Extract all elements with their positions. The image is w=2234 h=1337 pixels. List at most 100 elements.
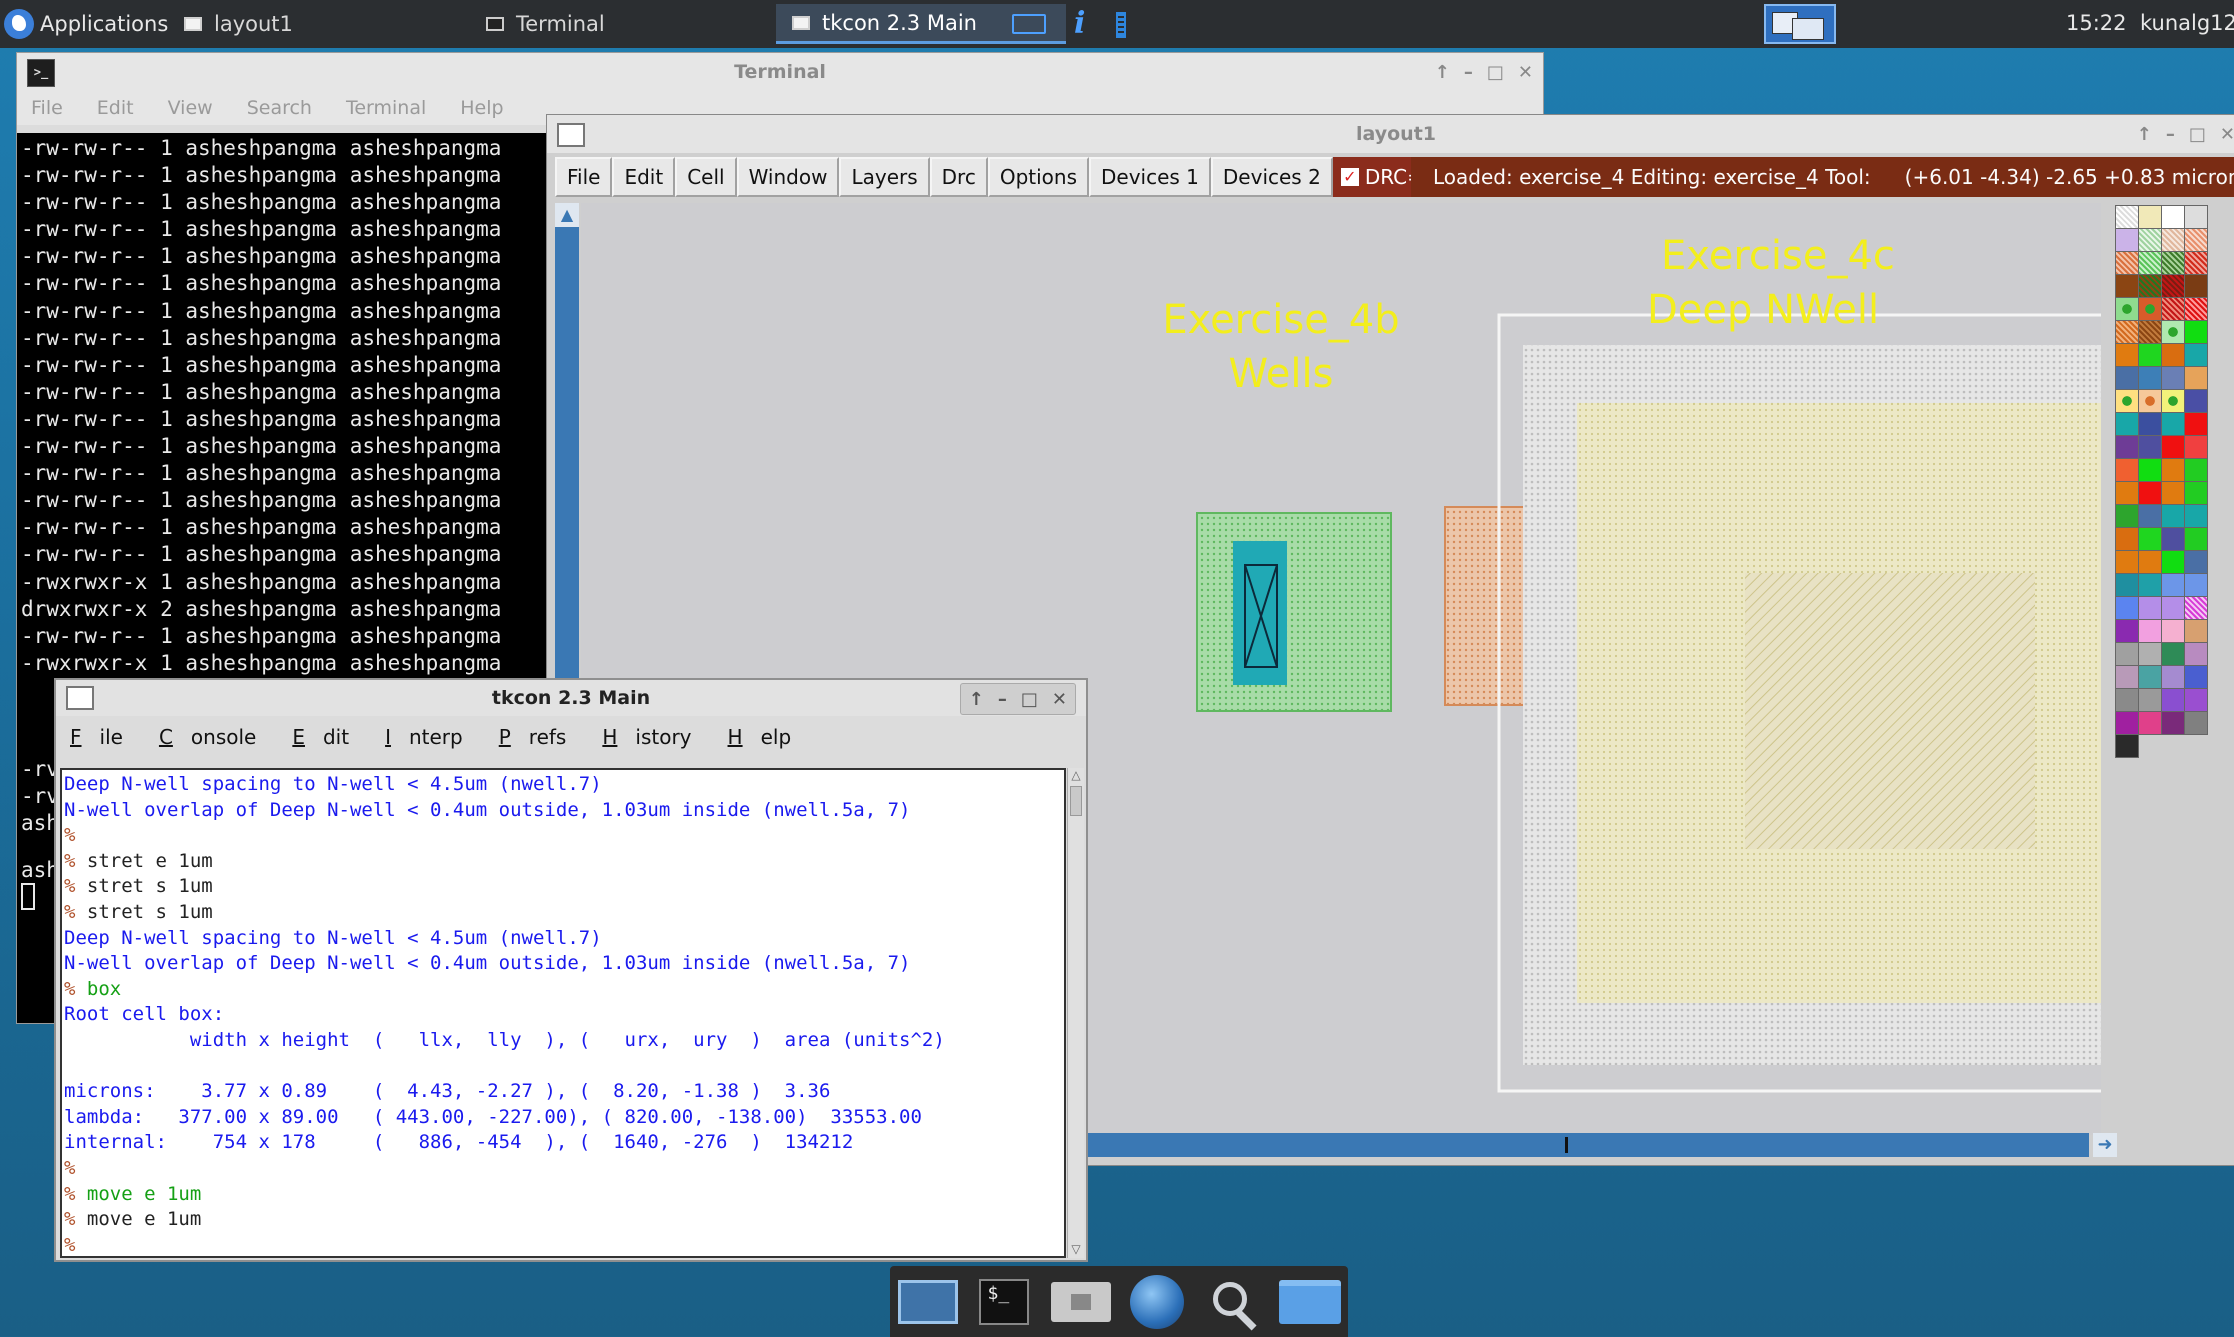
layer-swatch[interactable] bbox=[2161, 642, 2185, 666]
layer-swatch[interactable] bbox=[2161, 596, 2185, 620]
layer-swatch[interactable] bbox=[2115, 550, 2139, 574]
layer-swatch[interactable] bbox=[2138, 251, 2162, 275]
scroll-up-icon[interactable]: △ bbox=[1068, 768, 1084, 784]
keep-above-icon[interactable]: ↑ bbox=[969, 689, 984, 710]
layer-swatch[interactable] bbox=[2161, 205, 2185, 229]
menu-devices-2[interactable]: Devices 2 bbox=[1210, 157, 1333, 197]
layer-swatch[interactable] bbox=[2184, 504, 2208, 528]
layer-swatch[interactable] bbox=[2184, 366, 2208, 390]
layer-swatch[interactable] bbox=[2138, 205, 2162, 229]
layer-swatch[interactable] bbox=[2184, 458, 2208, 482]
menu-file[interactable]: File bbox=[31, 97, 63, 119]
layer-swatch[interactable] bbox=[2115, 435, 2139, 459]
menu-file[interactable]: File bbox=[555, 157, 613, 197]
layer-swatch[interactable] bbox=[2115, 711, 2139, 735]
menu-interp[interactable]: Interp bbox=[385, 725, 481, 749]
menu-file[interactable]: File bbox=[70, 725, 141, 749]
keep-above-icon[interactable]: ↑ bbox=[2137, 124, 2152, 145]
keyboard-layout-icon[interactable] bbox=[1012, 14, 1046, 34]
layer-swatch[interactable] bbox=[2184, 435, 2208, 459]
minimize-icon[interactable]: – bbox=[998, 689, 1007, 710]
layer-swatch[interactable] bbox=[2161, 711, 2185, 735]
layer-swatch[interactable] bbox=[2115, 251, 2139, 275]
layout1-titlebar[interactable]: layout1 ↑ – □ ✕ bbox=[547, 115, 2234, 153]
layer-swatch[interactable] bbox=[2115, 481, 2139, 505]
close-icon[interactable]: ✕ bbox=[1052, 689, 1067, 710]
layer-swatch[interactable] bbox=[2184, 596, 2208, 620]
layer-swatch[interactable] bbox=[2115, 619, 2139, 643]
show-desktop-icon[interactable] bbox=[897, 1276, 959, 1328]
layer-swatch[interactable] bbox=[2138, 688, 2162, 712]
layer-swatch[interactable] bbox=[2161, 343, 2185, 367]
layer-swatch[interactable] bbox=[2138, 389, 2162, 413]
layer-swatch[interactable] bbox=[2115, 389, 2139, 413]
layer-swatch[interactable] bbox=[2115, 596, 2139, 620]
menu-console[interactable]: Console bbox=[159, 725, 274, 749]
layer-swatch[interactable] bbox=[2138, 274, 2162, 298]
layer-swatch[interactable] bbox=[2138, 550, 2162, 574]
menu-cell[interactable]: Cell bbox=[675, 157, 737, 197]
layer-swatch[interactable] bbox=[2184, 711, 2208, 735]
layer-swatch[interactable] bbox=[2115, 274, 2139, 298]
task-terminal[interactable]: Terminal bbox=[470, 4, 621, 44]
layer-swatch[interactable] bbox=[2138, 527, 2162, 551]
layer-swatch[interactable] bbox=[2184, 550, 2208, 574]
layer-palette[interactable] bbox=[2111, 203, 2234, 1143]
layer-swatch[interactable] bbox=[2138, 619, 2162, 643]
home-folder-icon[interactable] bbox=[1050, 1276, 1112, 1328]
maximize-icon[interactable]: □ bbox=[1021, 689, 1038, 710]
minimize-icon[interactable]: – bbox=[1464, 62, 1473, 83]
layer-swatch[interactable] bbox=[2138, 297, 2162, 321]
layer-swatch[interactable] bbox=[2138, 596, 2162, 620]
layer-swatch[interactable] bbox=[2184, 343, 2208, 367]
layer-swatch[interactable] bbox=[2115, 642, 2139, 666]
web-browser-icon[interactable] bbox=[1126, 1274, 1188, 1329]
scroll-thumb[interactable] bbox=[1070, 786, 1082, 816]
menu-devices-1[interactable]: Devices 1 bbox=[1089, 157, 1211, 197]
layer-swatch[interactable] bbox=[2184, 228, 2208, 252]
scroll-down-icon[interactable]: ▽ bbox=[1068, 1242, 1084, 1258]
layer-swatch[interactable] bbox=[2138, 366, 2162, 390]
layer-swatch[interactable] bbox=[2161, 320, 2185, 344]
layer-swatch[interactable] bbox=[2138, 228, 2162, 252]
layer-swatch[interactable] bbox=[2184, 205, 2208, 229]
console-scrollbar[interactable]: △ ▽ bbox=[1067, 768, 1084, 1258]
layer-swatch[interactable] bbox=[2184, 619, 2208, 643]
layer-swatch[interactable] bbox=[2161, 504, 2185, 528]
user-menu[interactable]: kunalg12 bbox=[2140, 11, 2234, 35]
layer-swatch[interactable] bbox=[2184, 642, 2208, 666]
maximize-icon[interactable]: □ bbox=[2189, 124, 2206, 145]
layer-swatch[interactable] bbox=[2115, 527, 2139, 551]
console-output[interactable]: Deep N-well spacing to N-well < 4.5um (n… bbox=[60, 768, 1066, 1258]
folder-icon[interactable] bbox=[1278, 1276, 1341, 1328]
scroll-thumb[interactable] bbox=[1565, 1137, 1568, 1153]
menu-view[interactable]: View bbox=[168, 97, 213, 119]
layer-swatch[interactable] bbox=[2115, 688, 2139, 712]
close-icon[interactable]: ✕ bbox=[1518, 62, 1533, 83]
menu-help[interactable]: Help bbox=[728, 725, 810, 749]
minimize-icon[interactable]: – bbox=[2166, 124, 2175, 145]
layer-swatch[interactable] bbox=[2115, 366, 2139, 390]
layer-swatch[interactable] bbox=[2161, 573, 2185, 597]
layer-swatch[interactable] bbox=[2115, 734, 2139, 758]
layer-swatch[interactable] bbox=[2161, 251, 2185, 275]
layer-swatch[interactable] bbox=[2184, 297, 2208, 321]
layer-swatch[interactable] bbox=[2138, 343, 2162, 367]
layer-swatch[interactable] bbox=[2115, 228, 2139, 252]
menu-history[interactable]: History bbox=[602, 725, 709, 749]
layer-swatch[interactable] bbox=[2161, 550, 2185, 574]
layer-swatch[interactable] bbox=[2138, 665, 2162, 689]
layer-swatch[interactable] bbox=[2184, 320, 2208, 344]
menu-drc[interactable]: Drc bbox=[929, 157, 988, 197]
layer-swatch[interactable] bbox=[2115, 412, 2139, 436]
layer-swatch[interactable] bbox=[2184, 665, 2208, 689]
menu-window[interactable]: Window bbox=[736, 157, 840, 197]
layer-swatch[interactable] bbox=[2161, 527, 2185, 551]
layer-swatch[interactable] bbox=[2161, 274, 2185, 298]
tkcon-titlebar[interactable]: tkcon 2.3 Main ↑ – □ ✕ bbox=[56, 680, 1086, 716]
layer-swatch[interactable] bbox=[2161, 481, 2185, 505]
layer-swatch[interactable] bbox=[2184, 389, 2208, 413]
horizontal-scrollbar[interactable]: ➜ bbox=[1087, 1133, 2117, 1157]
menu-help[interactable]: Help bbox=[460, 97, 503, 119]
layer-swatch[interactable] bbox=[2138, 573, 2162, 597]
